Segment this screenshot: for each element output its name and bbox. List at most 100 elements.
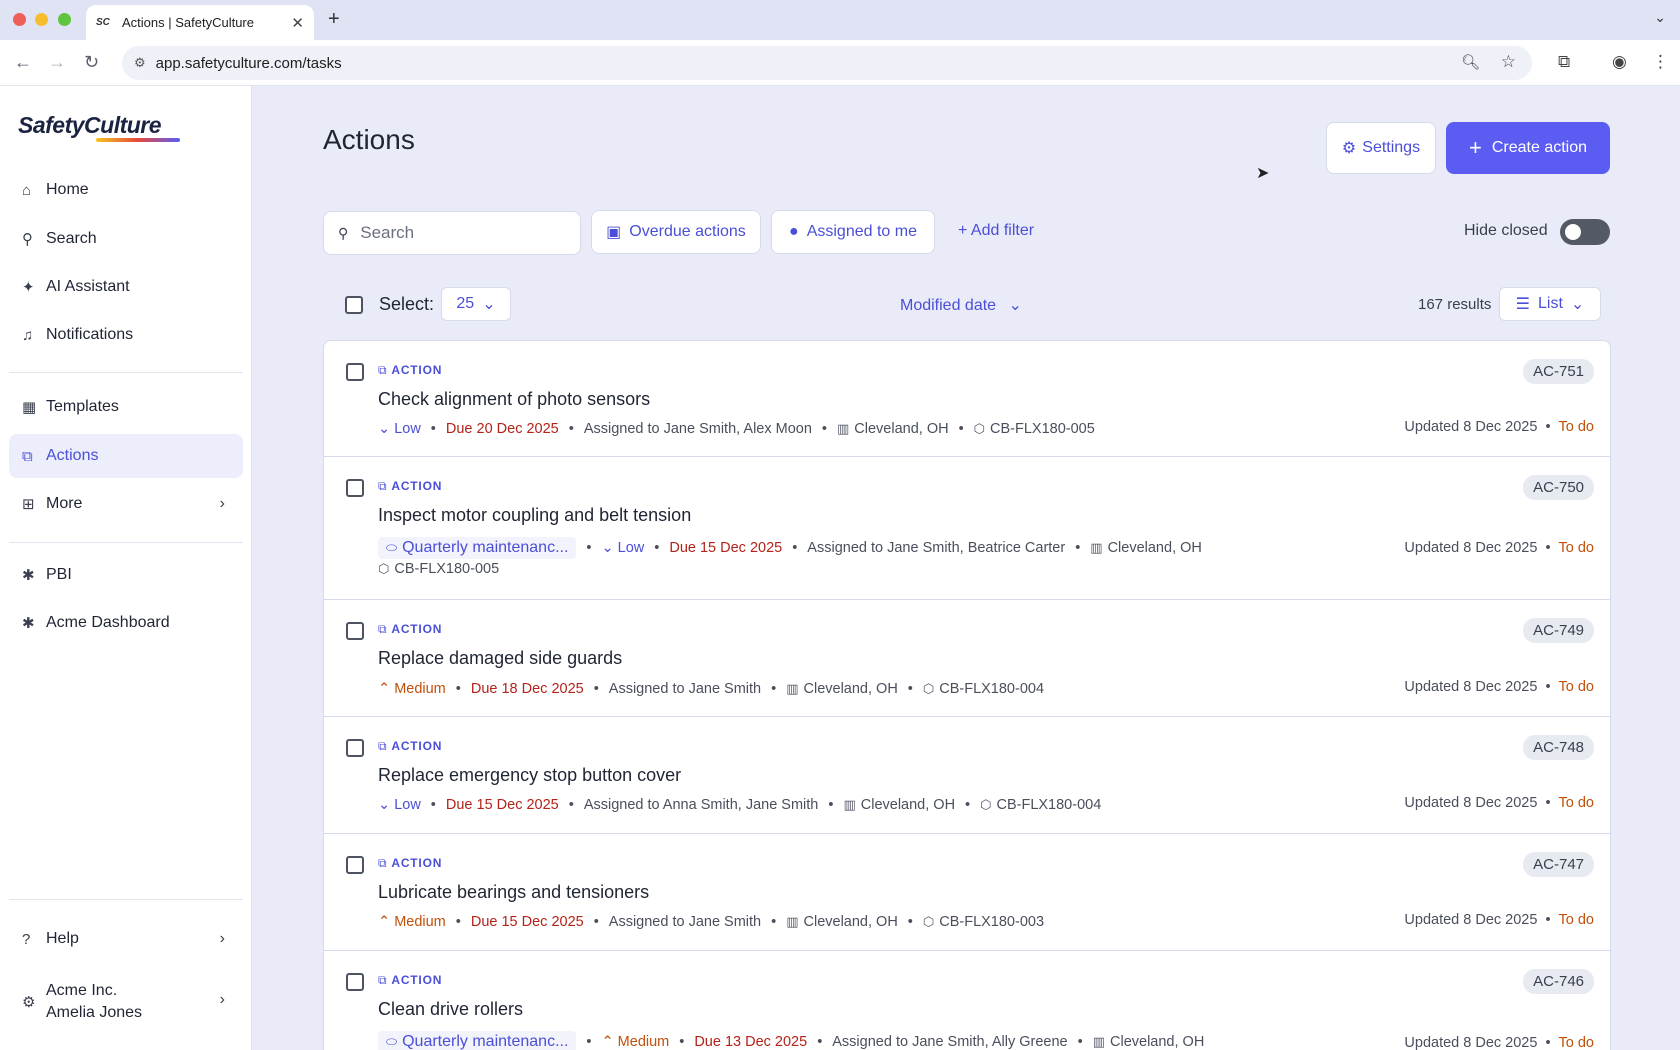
asset-icon: ⬡ <box>973 421 986 436</box>
list-item[interactable]: ⧉ ACTION Inspect motor coupling and belt … <box>324 457 1610 600</box>
due-date: Due 15 Dec 2025 <box>445 797 559 813</box>
overdue-actions-filter[interactable]: ▣ Overdue actions <box>591 210 761 254</box>
action-meta: ⌃ Medium • Due 18 Dec 2025 • Assigned to… <box>378 681 1045 697</box>
assignees: Assigned to Jane Smith <box>608 914 762 930</box>
action-title[interactable]: Inspect motor coupling and belt tension <box>378 505 691 526</box>
action-type-text: ACTION <box>391 739 443 753</box>
bookmark-star-icon[interactable]: ☆ <box>1501 52 1516 72</box>
window-maximize-button[interactable] <box>58 13 71 26</box>
action-id-badge: AC-750 <box>1523 475 1594 500</box>
sidebar-item-home[interactable]: ⌂ Home <box>9 168 243 212</box>
bell-icon: ♫ <box>22 326 34 344</box>
view-mode-select[interactable]: ☰ List ⌄ <box>1499 287 1601 321</box>
updated-date: Updated 8 Dec 2025 <box>1404 912 1538 928</box>
template-link[interactable]: ⬭ Quarterly maintenanc... <box>378 537 577 559</box>
grid-icon: ⊞ <box>22 496 35 513</box>
chevron-down-icon: ⌄ <box>378 421 395 437</box>
list-item[interactable]: ⧉ ACTION Replace emergency stop button co… <box>324 717 1610 834</box>
page-title: Actions <box>323 124 415 155</box>
list-item[interactable]: ⧉ ACTION Lubricate bearings and tensioner… <box>324 834 1610 951</box>
calendar-icon: ▣ <box>606 224 622 241</box>
updated-date: Updated 8 Dec 2025 <box>1404 679 1538 695</box>
search-input[interactable]: ⚲ Search <box>323 211 581 255</box>
profile-icon[interactable]: ◉ <box>1612 52 1627 72</box>
list-item[interactable]: ⧉ ACTION Check alignment of photo sensors… <box>324 341 1610 457</box>
browser-menu-icon[interactable]: ⋮ <box>1652 52 1669 72</box>
add-filter-button[interactable]: + Add filter <box>958 222 1034 240</box>
org-switcher[interactable]: ⚙ Acme Inc. Amelia Jones › <box>9 973 243 1031</box>
window-close-button[interactable] <box>13 13 26 26</box>
sidebar-item-actions[interactable]: ⧉ Actions <box>9 434 243 478</box>
select-all-checkbox[interactable] <box>345 296 363 314</box>
sidebar-item-help[interactable]: ? Help › <box>9 917 243 961</box>
reload-icon[interactable]: ↻ <box>84 52 99 73</box>
site-settings-icon[interactable]: ⚙ <box>134 55 146 71</box>
forward-icon[interactable]: → <box>48 52 66 73</box>
new-tab-icon[interactable]: + <box>328 8 340 31</box>
select-label: Select: <box>379 294 435 314</box>
url-text: app.safetyculture.com/tasks <box>155 54 342 72</box>
list-item[interactable]: ⧉ ACTION Clean drive rollers ⬭ Quarterly m… <box>324 951 1610 1050</box>
row-checkbox[interactable] <box>346 479 364 497</box>
window-minimize-button[interactable] <box>35 13 48 26</box>
assigned-to-me-filter[interactable]: ● Assigned to me <box>771 210 935 254</box>
action-meta: ⬭ Quarterly maintenanc... • ⌄ Low • Due 1… <box>378 537 1202 559</box>
sidebar-item-label: PBI <box>46 566 72 583</box>
action-title[interactable]: Replace damaged side guards <box>378 648 622 669</box>
asset: CB-FLX180-003 <box>939 914 1045 930</box>
site-icon: ▥ <box>1090 540 1103 555</box>
sidebar-item-pbi[interactable]: ✱ PBI <box>9 553 243 597</box>
assignees: Assigned to Anna Smith, Jane Smith <box>583 797 819 813</box>
zoom-icon[interactable]: 🔍︎ <box>1461 53 1480 71</box>
row-checkbox[interactable] <box>346 622 364 640</box>
settings-button[interactable]: ⚙ Settings <box>1326 122 1436 174</box>
assignees: Assigned to Jane Smith, Beatrice Carter <box>807 540 1066 556</box>
search-placeholder: Search <box>360 223 415 242</box>
action-type-text: ACTION <box>391 363 443 377</box>
action-title[interactable]: Replace emergency stop button cover <box>378 765 681 786</box>
row-checkbox[interactable] <box>346 739 364 757</box>
sidebar-item-label: Home <box>46 181 89 198</box>
action-title[interactable]: Check alignment of photo sensors <box>378 389 650 410</box>
action-type-text: ACTION <box>391 479 443 493</box>
address-bar[interactable]: ⚙ app.safetyculture.com/tasks 🔍︎ ☆ <box>122 46 1532 80</box>
close-icon[interactable]: ✕ <box>291 14 304 32</box>
priority: ⌃ Medium <box>378 681 446 697</box>
extensions-icon[interactable]: ⧉ <box>1558 52 1570 72</box>
action-type-label: ⧉ ACTION <box>378 363 442 378</box>
chevron-down-icon: ⌄ <box>378 797 395 813</box>
list-item[interactable]: ⧉ ACTION Replace damaged side guards ⌃ Me… <box>324 600 1610 717</box>
row-checkbox[interactable] <box>346 856 364 874</box>
help-icon: ? <box>22 930 31 948</box>
action-icon: ⧉ <box>378 973 388 987</box>
updated-date: Updated 8 Dec 2025 <box>1404 540 1538 556</box>
row-checkbox[interactable] <box>346 973 364 991</box>
status-label: To do <box>1558 540 1594 556</box>
actions-list: ⧉ ACTION Check alignment of photo sensors… <box>323 340 1611 1050</box>
back-icon[interactable]: ← <box>14 52 32 73</box>
sidebar-item-search[interactable]: ⚲ Search <box>9 217 243 261</box>
chevron-up-icon: ⌃ <box>601 1034 618 1050</box>
browser-tab[interactable]: SC Actions | SafetyCulture ✕ <box>86 5 314 40</box>
create-action-button[interactable]: + Create action <box>1446 122 1610 174</box>
sidebar-item-notifications[interactable]: ♫ Notifications <box>9 313 243 357</box>
row-checkbox[interactable] <box>346 363 364 381</box>
sort-dropdown[interactable]: Modified date ⌄ <box>900 295 1022 315</box>
sidebar-item-acme-dashboard[interactable]: ✱ Acme Dashboard <box>9 601 243 645</box>
safetyculture-logo[interactable]: SafetyCulture <box>18 112 162 139</box>
action-title[interactable]: Lubricate bearings and tensioners <box>378 882 649 903</box>
action-title[interactable]: Clean drive rollers <box>378 999 523 1020</box>
action-type-label: ⧉ ACTION <box>378 739 442 754</box>
template-link[interactable]: ⬭ Quarterly maintenanc... <box>378 1031 577 1050</box>
actions-icon: ⧉ <box>22 447 33 465</box>
site: Cleveland, OH <box>803 681 898 697</box>
chevron-down-icon[interactable]: ⌄ <box>1654 9 1666 26</box>
hide-closed-toggle[interactable] <box>1560 219 1610 245</box>
page-size-select[interactable]: 25 ⌄ <box>441 287 511 321</box>
site-icon: ▥ <box>843 797 856 812</box>
sidebar-item-ai-assistant[interactable]: ✦ AI Assistant <box>9 265 243 309</box>
sidebar-item-templates[interactable]: ▦ Templates <box>9 385 243 429</box>
site: Cleveland, OH <box>860 797 956 813</box>
sidebar-item-more[interactable]: ⊞ More › <box>9 482 243 526</box>
asset: CB-FLX180-004 <box>996 797 1102 813</box>
